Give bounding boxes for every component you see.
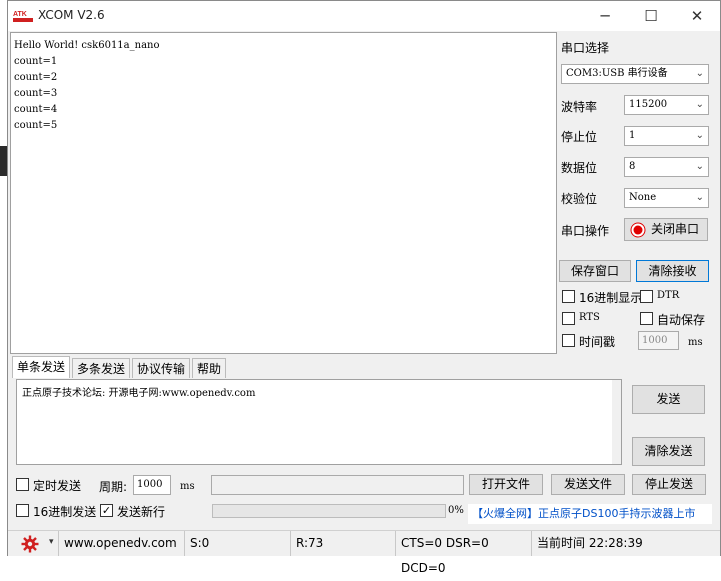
close-button[interactable]: ✕	[674, 1, 720, 31]
parity-label: 校验位	[561, 192, 598, 206]
send-newline-checkbox[interactable]: ✓	[100, 504, 113, 517]
port-operation-label: 串口操作	[561, 224, 610, 238]
progress-percent: 0%	[448, 505, 464, 516]
timestamp-ms-input[interactable]: 1000	[638, 331, 679, 350]
send-progress-bar	[212, 504, 446, 518]
gear-icon[interactable]	[21, 535, 39, 553]
dropdown-arrow-icon[interactable]: ▾	[49, 537, 54, 547]
stop-send-button[interactable]: 停止发送	[632, 474, 706, 495]
tab-help[interactable]: 帮助	[192, 358, 227, 378]
dtr-label: DTR	[657, 290, 680, 301]
timestamp-checkbox[interactable]	[562, 334, 575, 347]
tab-protocol[interactable]: 协议传输	[132, 358, 191, 378]
send-file-button[interactable]: 发送文件	[551, 474, 625, 495]
baud-select[interactable]: 115200 ⌄	[624, 95, 709, 115]
receive-line: count=1	[14, 56, 58, 67]
close-port-button[interactable]: 关闭串口	[624, 218, 708, 241]
send-button[interactable]: 发送	[632, 385, 705, 414]
chevron-down-icon: ⌄	[695, 161, 704, 172]
timestamp-ms-unit: ms	[688, 337, 703, 348]
close-icon: ✕	[690, 7, 704, 25]
window-title: XCOM V2.6	[38, 8, 105, 22]
chevron-down-icon: ⌄	[695, 130, 704, 141]
stop-bits-value: 1	[629, 130, 636, 141]
send-textarea[interactable]: 正点原子技术论坛: 开源电子网:www.openedv.com	[16, 379, 622, 465]
record-icon	[630, 222, 646, 238]
period-unit: ms	[180, 481, 195, 492]
background-dark-strip	[0, 146, 7, 176]
file-path-input[interactable]	[211, 475, 464, 495]
maximize-button[interactable]: ☐	[628, 1, 674, 31]
maximize-icon: ☐	[644, 7, 658, 25]
period-input[interactable]: 1000	[133, 475, 171, 495]
port-select-value: COM3:USB 串行设备	[566, 68, 668, 79]
baud-label: 波特率	[561, 100, 598, 114]
status-received-count: R:73	[290, 531, 395, 556]
auto-save-checkbox[interactable]	[640, 312, 653, 325]
data-bits-value: 8	[629, 161, 636, 172]
rts-label: RTS	[579, 312, 600, 323]
send-newline-label: 发送新行	[117, 505, 166, 519]
data-bits-select[interactable]: 8 ⌄	[624, 157, 709, 177]
timed-send-checkbox[interactable]	[16, 478, 29, 491]
parity-value: None	[629, 192, 657, 203]
timestamp-label: 时间戳	[579, 335, 616, 349]
tab-multi-send[interactable]: 多条发送	[72, 358, 131, 378]
svg-text:ATK: ATK	[13, 11, 27, 18]
chevron-down-icon: ⌄	[695, 192, 704, 203]
baud-value: 115200	[629, 99, 668, 110]
receive-line: count=4	[14, 104, 58, 115]
receive-textarea[interactable]: Hello World! csk6011a_nano count=1 count…	[10, 32, 557, 354]
timed-send-label: 定时发送	[33, 479, 82, 493]
period-label: 周期:	[99, 480, 128, 494]
ad-link[interactable]: 【火爆全网】正点原子DS100手持示波器上市	[468, 504, 712, 524]
atk-logo-icon: ATK	[12, 8, 34, 24]
close-port-label: 关闭串口	[651, 222, 700, 236]
send-text: 正点原子技术论坛: 开源电子网:www.openedv.com	[22, 388, 256, 399]
port-select[interactable]: COM3:USB 串行设备 ⌄	[561, 64, 709, 84]
rts-checkbox[interactable]	[562, 312, 575, 325]
hex-send-checkbox[interactable]	[16, 504, 29, 517]
parity-select[interactable]: None ⌄	[624, 188, 709, 208]
clear-send-button[interactable]: 清除发送	[632, 437, 705, 466]
status-time: 当前时间 22:28:39	[531, 531, 720, 556]
data-bits-label: 数据位	[561, 161, 598, 175]
minimize-button[interactable]: ─	[582, 1, 628, 31]
receive-line: Hello World! csk6011a_nano	[14, 40, 160, 51]
status-sent-count: S:0	[184, 531, 290, 556]
stop-bits-select[interactable]: 1 ⌄	[624, 126, 709, 146]
xcom-window: ATK XCOM V2.6 ─ ☐ ✕ Hello World! csk6011…	[7, 0, 721, 575]
chevron-down-icon: ⌄	[695, 68, 704, 79]
checkmark-icon: ✓	[101, 504, 112, 517]
status-website[interactable]: www.openedv.com	[58, 531, 184, 556]
chevron-down-icon: ⌄	[695, 99, 704, 110]
dtr-checkbox[interactable]	[640, 290, 653, 303]
status-bar: ▾ www.openedv.com S:0 R:73 CTS=0 DSR=0 D…	[8, 530, 720, 575]
stop-bits-label: 停止位	[561, 130, 598, 144]
hex-display-checkbox[interactable]	[562, 290, 575, 303]
receive-line: count=2	[14, 72, 58, 83]
hex-display-label: 16进制显示	[579, 291, 643, 305]
receive-line: count=5	[14, 120, 58, 131]
open-file-button[interactable]: 打开文件	[469, 474, 543, 495]
receive-line: count=3	[14, 88, 58, 99]
auto-save-label: 自动保存	[657, 313, 706, 327]
clear-receive-button[interactable]: 清除接收	[636, 260, 709, 282]
status-signals: CTS=0 DSR=0 DCD=0	[395, 531, 531, 575]
save-window-button[interactable]: 保存窗口	[559, 260, 631, 282]
tab-single-send[interactable]: 单条发送	[12, 356, 71, 378]
send-scrollbar[interactable]	[612, 380, 621, 464]
hex-send-label: 16进制发送	[33, 505, 97, 519]
minimize-icon: ─	[600, 7, 610, 25]
port-select-label: 串口选择	[561, 41, 610, 55]
title-bar: ATK XCOM V2.6 ─ ☐ ✕	[8, 1, 720, 31]
